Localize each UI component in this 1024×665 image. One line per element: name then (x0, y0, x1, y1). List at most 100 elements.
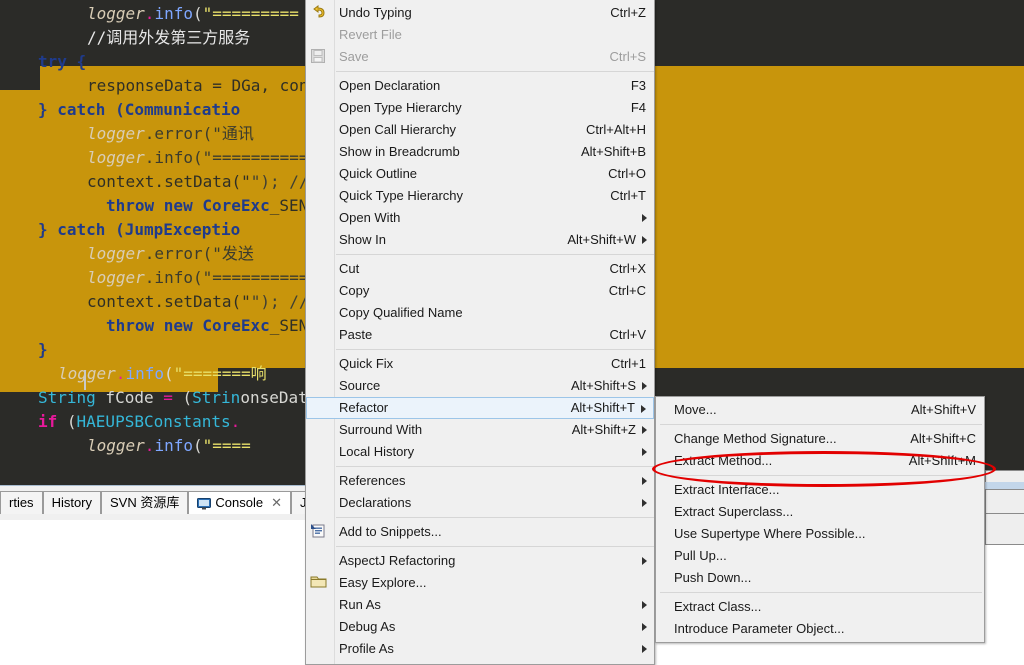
submenu-arrow-icon (642, 499, 647, 507)
tab-rties[interactable]: rties (0, 491, 43, 514)
tab-svn-资源库[interactable]: SVN 资源库 (101, 491, 189, 514)
menu-item-show-in-breadcrumb[interactable]: Show in Breadcrumb Alt+Shift+B (306, 141, 654, 163)
right-panel-selected[interactable] (985, 482, 1024, 489)
menu-item-source[interactable]: Source Alt+Shift+S (306, 375, 654, 397)
submenu-item-accelerator: Alt+Shift+M (908, 453, 976, 468)
menu-item-label: Refactor (339, 400, 389, 415)
menu-item-accelerator: Ctrl+1 (610, 356, 646, 371)
menu-item-cut[interactable]: Cut Ctrl+X (306, 258, 654, 280)
menu-item-label: Revert File (339, 27, 402, 42)
menu-item-label: Source (339, 378, 381, 393)
menu-item-easy-explore[interactable]: Easy Explore... (306, 572, 654, 594)
menu-item-accelerator: Ctrl+V (609, 327, 646, 342)
menu-item-label: Show in Breadcrumb (339, 144, 460, 159)
submenu-arrow-icon (642, 477, 647, 485)
menu-item-aspectj-refactoring[interactable]: AspectJ Refactoring (306, 550, 654, 572)
menu-item-declarations[interactable]: Declarations (306, 492, 654, 514)
menu-item-label: Surround With (339, 422, 423, 437)
menu-item-accelerator: Ctrl+T (610, 188, 646, 203)
menu-item-revert-file: Revert File (306, 24, 654, 46)
menu-item-accelerator: Alt+Shift+T (570, 400, 635, 415)
refactor-submenu[interactable]: Move... Alt+Shift+V Change Method Signatur… (655, 396, 985, 643)
menu-item-label: Show In (339, 232, 386, 247)
undo-icon (310, 4, 330, 22)
submenu-item-move[interactable]: Move... Alt+Shift+V (656, 399, 984, 421)
menu-item-debug-as[interactable]: Debug As (306, 616, 654, 638)
menu-item-open-call-hierarchy[interactable]: Open Call Hierarchy Ctrl+Alt+H (306, 119, 654, 141)
menu-item-surround-with[interactable]: Surround With Alt+Shift+Z (306, 419, 654, 441)
submenu-separator (660, 475, 982, 476)
menu-item-refactor[interactable]: Refactor Alt+Shift+T (306, 397, 654, 419)
right-panel-2[interactable] (985, 489, 1024, 515)
submenu-item-extract-method[interactable]: Extract Method... Alt+Shift+M (656, 450, 984, 472)
submenu-item-label: Extract Superclass... (674, 504, 794, 519)
menu-item-copy-qualified-name[interactable]: Copy Qualified Name (306, 302, 654, 324)
editor-context-menu[interactable]: Undo Typing Ctrl+Z Revert File Save Ctrl+S Op… (305, 0, 655, 665)
menu-item-accelerator: Alt+Shift+W (567, 232, 636, 247)
menu-item-open-declaration[interactable]: Open Declaration F3 (306, 75, 654, 97)
menu-separator (336, 466, 654, 467)
tab-label: SVN 资源库 (110, 495, 180, 510)
menu-item-label: Profile As (339, 641, 394, 656)
menu-item-show-in[interactable]: Show In Alt+Shift+W (306, 229, 654, 251)
menu-item-accelerator: F4 (630, 100, 646, 115)
menu-item-paste[interactable]: Paste Ctrl+V (306, 324, 654, 346)
close-icon[interactable]: ✕ (271, 495, 282, 510)
submenu-item-label: Use Supertype Where Possible... (674, 526, 866, 541)
submenu-item-introduce-parameter-object[interactable]: Introduce Parameter Object... (656, 618, 984, 640)
menu-item-quick-outline[interactable]: Quick Outline Ctrl+O (306, 163, 654, 185)
menu-item-quick-fix[interactable]: Quick Fix Ctrl+1 (306, 353, 654, 375)
snippets-icon (310, 523, 330, 541)
submenu-arrow-icon (642, 557, 647, 565)
menu-item-open-type-hierarchy[interactable]: Open Type Hierarchy F4 (306, 97, 654, 119)
submenu-item-label: Change Method Signature... (674, 431, 837, 446)
menu-item-undo-typing[interactable]: Undo Typing Ctrl+Z (306, 2, 654, 24)
submenu-item-extract-class[interactable]: Extract Class... (656, 596, 984, 618)
text-caret (84, 370, 86, 390)
refactor-submenu-body: Move... Alt+Shift+V Change Method Signatur… (656, 399, 984, 640)
menu-item-references[interactable]: References (306, 470, 654, 492)
submenu-arrow-icon (642, 214, 647, 222)
menu-item-accelerator: Ctrl+X (609, 261, 646, 276)
submenu-item-extract-interface[interactable]: Extract Interface... (656, 479, 984, 501)
menu-item-label: References (339, 473, 406, 488)
submenu-item-extract-superclass[interactable]: Extract Superclass... (656, 501, 984, 523)
submenu-arrow-icon (642, 382, 647, 390)
menu-separator (336, 349, 654, 350)
menu-item-label: Declarations (339, 495, 412, 510)
submenu-item-push-down[interactable]: Push Down... (656, 567, 984, 589)
menu-item-accelerator: Ctrl+C (608, 283, 646, 298)
tab-label: History (51, 495, 93, 510)
menu-separator (336, 546, 654, 547)
tab-console[interactable]: Console ✕ (188, 491, 291, 514)
context-menu-body: Undo Typing Ctrl+Z Revert File Save Ctrl+S Op… (306, 0, 654, 660)
submenu-item-label: Push Down... (674, 570, 752, 585)
right-panel-3[interactable] (985, 513, 1024, 545)
submenu-item-use-supertype-where-possible[interactable]: Use Supertype Where Possible... (656, 523, 984, 545)
menu-item-label: Open Call Hierarchy (339, 122, 457, 137)
menu-item-label: Open Type Hierarchy (339, 100, 462, 115)
menu-item-label: Save (339, 49, 369, 64)
submenu-arrow-icon (642, 426, 647, 434)
submenu-item-accelerator: Alt+Shift+V (910, 402, 976, 417)
submenu-item-pull-up[interactable]: Pull Up... (656, 545, 984, 567)
submenu-item-change-method-signature[interactable]: Change Method Signature... Alt+Shift+C (656, 428, 984, 450)
menu-item-accelerator: Ctrl+O (608, 166, 646, 181)
menu-item-profile-as[interactable]: Profile As (306, 638, 654, 660)
menu-item-copy[interactable]: Copy Ctrl+C (306, 280, 654, 302)
right-stacked-panels (985, 470, 1024, 575)
menu-item-run-as[interactable]: Run As (306, 594, 654, 616)
submenu-separator (660, 592, 982, 593)
submenu-arrow-icon (642, 448, 647, 456)
menu-item-label: Undo Typing (339, 5, 412, 20)
menu-item-local-history[interactable]: Local History (306, 441, 654, 463)
tab-history[interactable]: History (42, 491, 102, 514)
menu-item-accelerator: Alt+Shift+Z (571, 422, 636, 437)
menu-item-add-to-snippets[interactable]: Add to Snippets... (306, 521, 654, 543)
menu-item-quick-type-hierarchy[interactable]: Quick Type Hierarchy Ctrl+T (306, 185, 654, 207)
menu-item-open-with[interactable]: Open With (306, 207, 654, 229)
folder-icon (310, 574, 330, 592)
submenu-arrow-icon (642, 645, 647, 653)
menu-item-label: Run As (339, 597, 381, 612)
submenu-item-label: Extract Class... (674, 599, 762, 614)
